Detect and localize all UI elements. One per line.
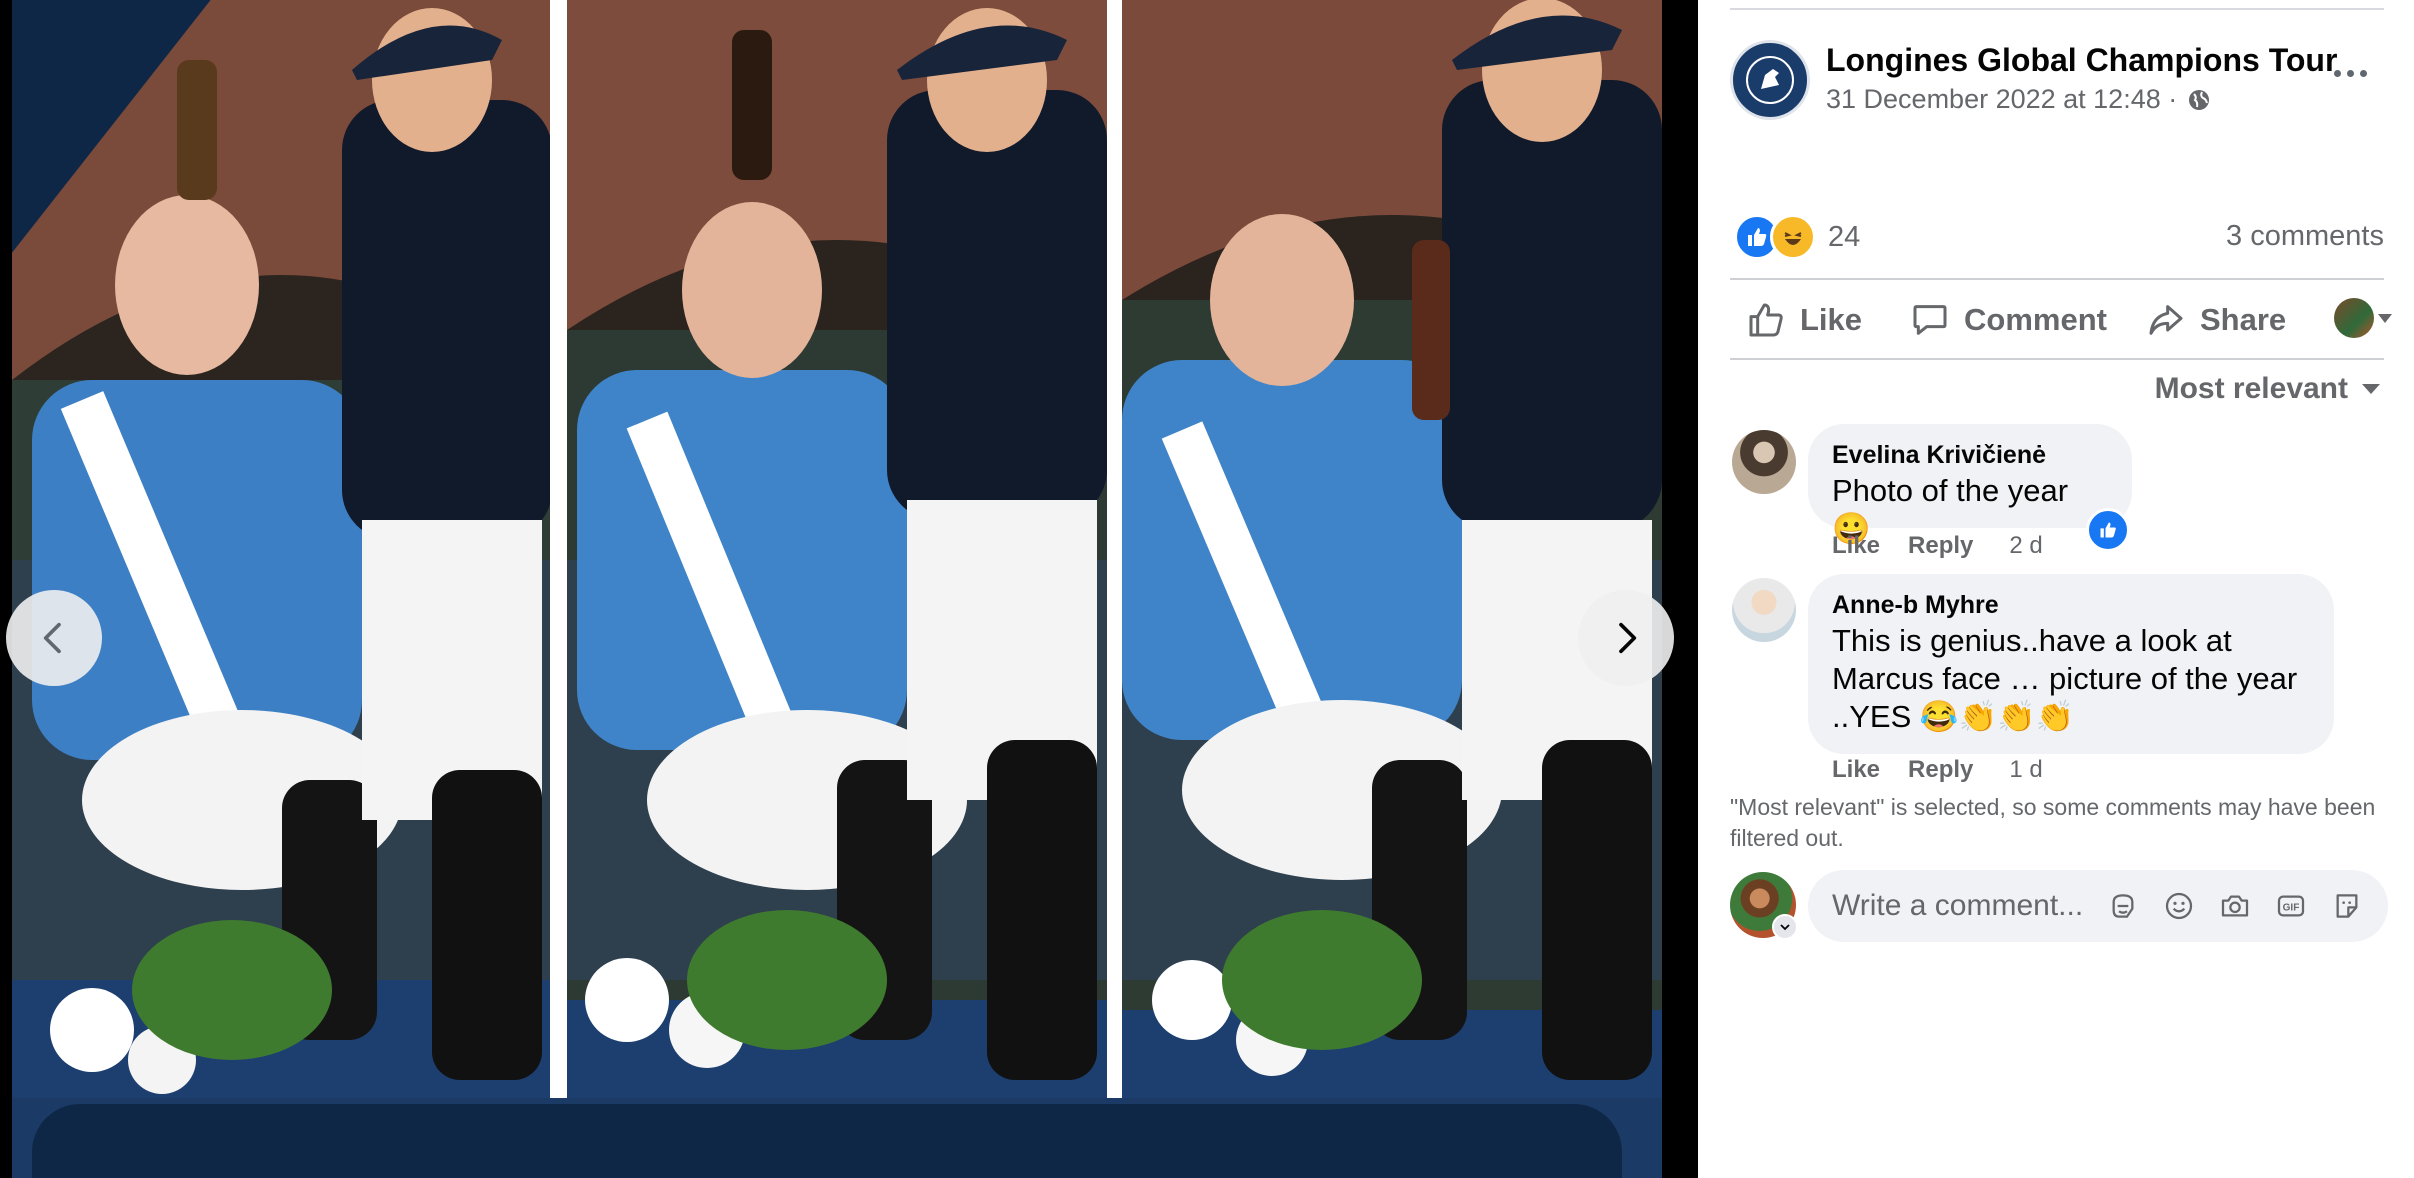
post-photo[interactable] [12,0,1662,1178]
divider [1730,358,2384,360]
thumbs-up-icon [2100,522,2116,538]
sticker-icon[interactable] [2330,889,2364,923]
comment-sort-label: Most relevant [2154,372,2348,405]
chevron-right-icon [1619,622,1637,654]
previous-photo-button[interactable] [6,590,102,686]
post-timestamp-text: 31 December 2022 at 12:48 · [1826,84,2178,114]
commenter-avatar[interactable] [1732,430,1796,494]
camera-icon[interactable] [2218,889,2252,923]
horse-logo-icon [1746,56,1794,104]
comment-bubble: Anne-b Myhre This is genius..have a look… [1808,574,2334,754]
post-timestamp[interactable]: 31 December 2022 at 12:48 · [1826,84,2211,115]
commenter-name[interactable]: Anne-b Myhre [1832,588,2310,622]
emoji-icon[interactable] [2162,889,2196,923]
photo-viewer [0,0,1698,1178]
photo-panel-3 [1122,0,1662,1105]
comment-button[interactable]: Comment [1910,298,2107,342]
commenter-name[interactable]: Evelina Krivičienė [1832,438,2108,472]
comment-input[interactable] [1832,889,2102,923]
comment-bubble: Evelina Krivičienė Photo of the year 😀 [1808,424,2132,546]
composer-tools: GIF [2106,889,2364,923]
comment-reply-link[interactable]: Reply [1908,532,1973,560]
page-name-link[interactable]: Longines Global Champions Tour [1826,42,2337,79]
dot [2333,69,2341,77]
comment-sort-dropdown[interactable]: Most relevant [2155,372,2380,406]
like-button-label: Like [1800,302,1863,337]
brand-corner-mark [12,0,220,268]
post-sidebar: Longines Global Champions Tour 31 Decemb… [1698,0,2414,1178]
comment-text-line: This is genius..have a look at [1832,623,2232,658]
comment-like-badge[interactable] [2086,508,2130,552]
comments-count-link[interactable]: 3 comments [2226,220,2384,253]
next-photo-button[interactable] [1578,590,1674,686]
reactions-summary[interactable]: 24 [1734,214,1860,260]
share-button[interactable]: Share [2146,298,2286,342]
svg-text:GIF: GIF [2283,903,2300,914]
comment-text: This is genius..have a look at Marcus fa… [1832,622,2310,736]
haha-reaction-icon [1770,214,1816,260]
comment-reply-link[interactable]: Reply [1908,756,1973,784]
dot [2346,69,2354,77]
reaction-count: 24 [1828,220,1861,253]
comment-text-line: ..YES 😂👏👏👏 [1832,699,2075,734]
comment-like-link[interactable]: Like [1832,756,1880,784]
comment-time-link[interactable]: 2 d [2009,532,2042,560]
comment-button-label: Comment [1964,302,2107,337]
photo-panel-2 [567,0,1107,1105]
chevron-left-icon [43,622,61,654]
react-as-selector[interactable] [2334,298,2392,338]
avatar-sticker-icon[interactable] [2106,889,2140,923]
photo-panel-2-illustration [567,0,1107,1105]
photo-panel-1 [12,0,550,1105]
comment-composer[interactable]: GIF [1808,870,2388,942]
comment-like-link[interactable]: Like [1832,532,1880,560]
photo-panel-3-illustration [1122,0,1662,1105]
like-button[interactable]: Like [1746,298,1862,342]
commenter-avatar[interactable] [1732,578,1796,642]
divider [1730,8,2384,10]
share-button-label: Share [2200,302,2287,337]
speech-bubble-icon [1913,305,1947,335]
chevron-down-icon [1772,914,1798,940]
share-arrow-icon [2149,305,2183,335]
more-options-button[interactable] [2328,58,2372,88]
caret-down-icon [2378,313,2392,323]
photo-bottom-banner [32,1104,1622,1178]
avatar [2334,298,2374,338]
page-avatar[interactable] [1730,40,1810,120]
comment-text-line: Photo of the year [1832,473,2069,508]
comment-time-link[interactable]: 1 d [2009,756,2042,784]
comment-actions: Like Reply 2 d [1832,532,2043,560]
globe-icon [2189,89,2210,110]
panel-divider [550,0,567,1105]
comment-text-line: Marcus face … picture of the year [1832,661,2298,696]
thumbs-up-icon [1749,303,1783,337]
divider [1730,278,2384,280]
comment-actions: Like Reply 1 d [1832,756,2043,784]
dot [2359,69,2367,77]
filter-notice: "Most relevant" is selected, so some com… [1730,794,2376,851]
current-user-avatar[interactable] [1730,872,1798,940]
caret-down-icon [2362,384,2380,394]
gif-icon[interactable]: GIF [2274,889,2308,923]
